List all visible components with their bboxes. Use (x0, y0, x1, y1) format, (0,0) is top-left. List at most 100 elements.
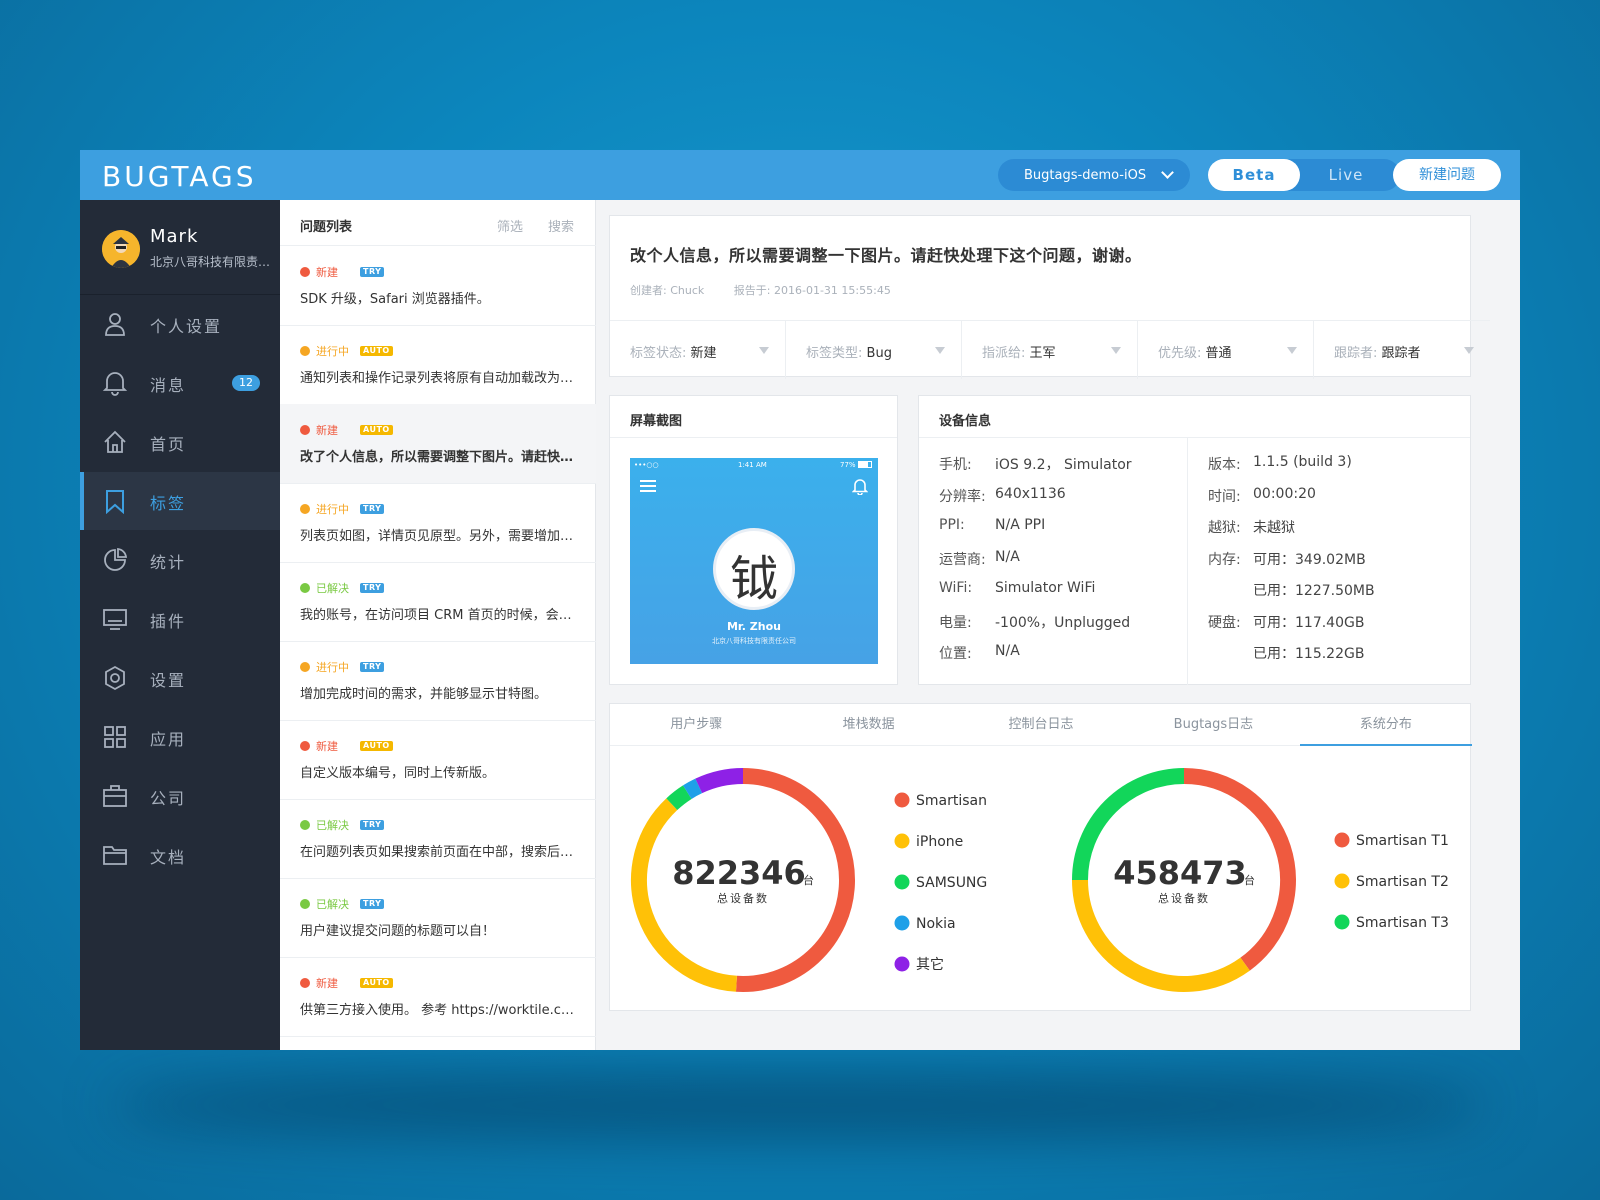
device-info-row: 已用：115.22GB (1208, 643, 1458, 675)
device-info-key: 运营商: (939, 551, 986, 568)
caret-down-icon (1287, 347, 1297, 354)
legend-label[interactable]: Smartisan (916, 793, 987, 809)
status-dot (300, 583, 310, 593)
donut-total-unit: 台 (803, 873, 814, 887)
reported-label: 报告于: 2016-01-31 15:55:45 (733, 284, 891, 297)
env-live[interactable]: Live (1300, 159, 1392, 191)
device-info-value: N/A (995, 643, 1020, 659)
sidebar-item-label: 标签 (150, 494, 187, 513)
device-info-value: 可用：349.02MB (1253, 551, 1366, 568)
menu-icon (640, 480, 656, 492)
issue-list-panel: 问题列表 筛选 搜索 新建 TRY SDK 升级，Safari 浏览器插件。 进行中 A… (280, 200, 596, 1050)
tab-3[interactable]: Bugtags日志 (1127, 704, 1299, 745)
status-label: 已解决 (316, 582, 349, 595)
device-info-row: 硬盘: 可用：117.40GB (1208, 612, 1458, 644)
device-info-value: -100%，Unplugged (995, 614, 1131, 631)
issue-summary: 通知列表和操作记录列表将原有自动加载改为手动加载 (300, 371, 580, 386)
tab-4[interactable]: 系统分布 (1299, 704, 1473, 746)
bell-icon (102, 372, 128, 396)
device-info-key: 内存: (1208, 551, 1241, 568)
legend-swatch (894, 915, 910, 931)
donut-slice[interactable] (682, 778, 703, 800)
issue-list-item[interactable]: 已解决 TRY 在问题列表页如果搜索前页面在中部，搜索后位置不变 (280, 799, 596, 879)
search-button[interactable]: 搜索 (548, 216, 574, 235)
legend-swatch (1334, 914, 1350, 930)
env-switch[interactable]: Beta Live (1208, 159, 1400, 191)
sidebar-item-label: 公司 (150, 789, 187, 808)
legend-label[interactable]: Smartisan T2 (1356, 874, 1449, 890)
issue-property-dropdown[interactable]: 标签类型: Bug (786, 321, 962, 379)
legend-label[interactable]: 其它 (916, 956, 944, 973)
issue-summary: SDK 升级，Safari 浏览器插件。 (300, 292, 490, 307)
issue-list-item[interactable]: 已解决 TRY 用户建议提交问题的标题可以自！ (280, 878, 596, 958)
sidebar-item-monitor[interactable]: 插件 (80, 590, 280, 648)
status-label: 已解决 (316, 898, 349, 911)
distribution-charts: 822346台总设备数SmartisaniPhoneSAMSUNGNokia其它… (631, 768, 1449, 992)
issue-list-item[interactable]: 进行中 AUTO 通知列表和操作记录列表将原有自动加载改为手动加载 (280, 325, 596, 405)
issue-list-item[interactable]: 已解决 TRY 我的账号，在访问项目 CRM 首页的时候，会出现问题 (280, 562, 596, 642)
tab-0[interactable]: 用户步骤 (610, 704, 782, 745)
sidebar-item-pie-chart[interactable]: 统计 (80, 531, 280, 589)
device-info-value: 1.1.5 (build 3) (1253, 454, 1352, 470)
issue-summary: 在问题列表页如果搜索前页面在中部，搜索后位置不变 (300, 845, 580, 860)
device-info-row: PPI: N/A PPI (939, 517, 1179, 549)
phone-status-bar: •••○○ 1:41 AM 77% (630, 458, 878, 472)
status-dot (300, 820, 310, 830)
issue-property-dropdown[interactable]: 优先级: 普通 (1138, 321, 1314, 379)
device-info-row: 越狱: 未越狱 (1208, 517, 1458, 549)
issue-list-item[interactable]: 新建 AUTO 自定义版本编号，同时上传新版。 (280, 720, 596, 800)
sidebar-item-bookmark[interactable]: 标签 (80, 472, 280, 530)
donut-slice[interactable] (666, 785, 692, 811)
issue-list-item[interactable]: 新建 TRY SDK 升级，Safari 浏览器插件。 (280, 246, 596, 326)
issue-list-item[interactable]: 新建 AUTO 改了个人信息，所以需要调整下图片。请赶快处理下 (280, 404, 596, 484)
device-info-row: 位置: N/A (939, 643, 1179, 675)
legend-label[interactable]: iPhone (916, 834, 963, 850)
device-info-key: 电量: (939, 614, 972, 631)
env-beta[interactable]: Beta (1208, 159, 1300, 191)
issue-summary: 自定义版本编号，同时上传新版。 (300, 766, 496, 781)
device-info-value: 640x1136 (995, 485, 1066, 502)
project-select[interactable]: Bugtags-demo-iOS (998, 159, 1190, 191)
sidebar-item-home[interactable]: 首页 (80, 413, 280, 471)
issue-list-header: 问题列表 筛选 搜索 (280, 200, 596, 246)
type-tag: TRY (360, 899, 385, 909)
user-card[interactable]: Mark 北京八哥科技有限责任公司 (80, 200, 280, 295)
issue-property-dropdown[interactable]: 跟踪者: 跟踪者 (1314, 321, 1490, 379)
filter-button[interactable]: 筛选 (497, 216, 523, 235)
caret-down-icon (935, 347, 945, 354)
new-issue-button[interactable]: 新建问题 (1393, 159, 1501, 191)
issue-property-dropdown[interactable]: 标签状态: 新建 (610, 321, 786, 379)
sidebar-item-bell[interactable]: 消息 12 (80, 354, 280, 412)
sidebar: Mark 北京八哥科技有限责任公司 个人设置消息 12 首页标签统计插件设置应用公司… (80, 200, 280, 1050)
device-info-key: PPI: (939, 517, 965, 533)
caret-down-icon (1111, 347, 1121, 354)
issue-list-item[interactable]: 进行中 TRY 列表页如图，详情页见原型。另外，需要增加一个筛选 (280, 483, 596, 563)
tab-1[interactable]: 堆栈数据 (782, 704, 954, 745)
legend-label[interactable]: Smartisan T1 (1356, 833, 1449, 849)
issue-property-dropdown[interactable]: 指派给: 王军 (962, 321, 1138, 379)
app-window: BUGTAGS Bugtags-demo-iOS Beta Live 新建问题 … (80, 150, 1520, 1050)
sidebar-item-folder[interactable]: 文档 (80, 826, 280, 884)
legend-label[interactable]: Smartisan T3 (1356, 915, 1449, 931)
donut-slice[interactable] (695, 768, 744, 794)
status-dot (300, 978, 310, 988)
status-label: 进行中 (316, 345, 349, 358)
issue-list-item[interactable]: 进行中 TRY 增加完成时间的需求，并能够显示甘特图。 (280, 641, 596, 721)
issue-list-item[interactable]: 新建 AUTO 供第三方接入使用。 参考 https://worktile.com (280, 957, 596, 1037)
legend-label[interactable]: SAMSUNG (916, 875, 987, 891)
device-info-key: 位置: (939, 646, 972, 662)
property-label: 标签类型: Bug (806, 346, 892, 361)
sidebar-item-user[interactable]: 个人设置 (80, 295, 280, 353)
donut-total-unit: 台 (1244, 873, 1255, 887)
tab-2[interactable]: 控制台日志 (955, 704, 1127, 745)
screenshot-image[interactable]: •••○○ 1:41 AM 77% 钺 Mr. Zhou 北京八哥科技有限责任公… (630, 458, 878, 664)
device-info-key: 分辨率: (939, 488, 986, 505)
donut-caption: 总设备数 (717, 891, 769, 905)
sidebar-item-settings[interactable]: 设置 (80, 649, 280, 707)
sidebar-item-apps-grid[interactable]: 应用 (80, 708, 280, 766)
pie-chart-icon (104, 547, 128, 571)
sidebar-item-briefcase[interactable]: 公司 (80, 767, 280, 825)
legend-label[interactable]: Nokia (916, 916, 956, 932)
window-shadow (110, 1070, 1490, 1140)
avatar[interactable] (102, 230, 140, 268)
